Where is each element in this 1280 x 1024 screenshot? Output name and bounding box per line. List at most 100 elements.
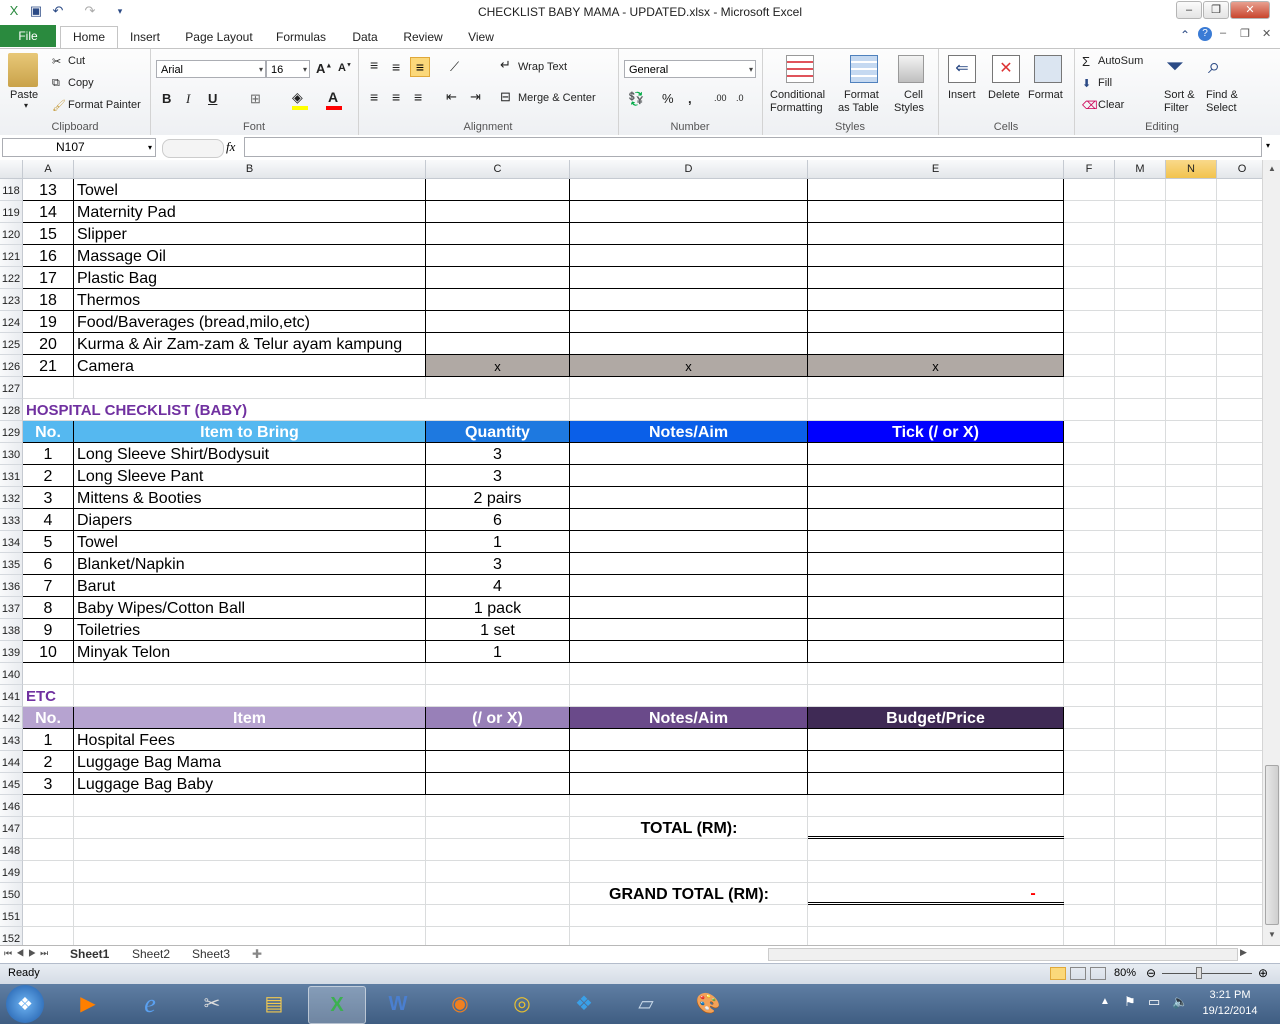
item-number[interactable]: 3: [23, 773, 74, 795]
clock-date[interactable]: 19/12/2014: [1196, 1005, 1264, 1017]
cell[interactable]: [1064, 443, 1115, 465]
cell[interactable]: [1166, 443, 1217, 465]
cell[interactable]: [1115, 443, 1166, 465]
cell[interactable]: [1115, 685, 1166, 707]
tab-home[interactable]: Home: [60, 26, 118, 49]
cell[interactable]: [1166, 333, 1217, 355]
wrap-text-icon[interactable]: ↵: [500, 57, 511, 73]
cell[interactable]: [570, 663, 808, 685]
cell[interactable]: [1217, 839, 1262, 861]
cell[interactable]: [1217, 487, 1262, 509]
cell[interactable]: [74, 883, 426, 905]
cell[interactable]: [1064, 377, 1115, 399]
cell[interactable]: [808, 861, 1064, 883]
row-header-118[interactable]: 118: [0, 179, 23, 201]
cell[interactable]: [1115, 289, 1166, 311]
cell[interactable]: [1217, 861, 1262, 883]
cell[interactable]: [1217, 729, 1262, 751]
normal-view-icon[interactable]: [1050, 967, 1066, 980]
cell[interactable]: [808, 399, 1064, 421]
cell[interactable]: [808, 839, 1064, 861]
delete-cells-button[interactable]: Delete: [988, 89, 1020, 101]
comma-button[interactable]: ,: [688, 91, 692, 106]
cell[interactable]: [1217, 399, 1262, 421]
item-name[interactable]: Kurma & Air Zam-zam & Telur ayam kampung: [74, 333, 426, 355]
zoom-out-icon[interactable]: ⊖: [1146, 966, 1156, 980]
file-explorer-icon[interactable]: ▤: [246, 986, 302, 1022]
row-header-146[interactable]: 146: [0, 795, 23, 817]
align-left-icon[interactable]: ≡: [370, 89, 378, 105]
cell[interactable]: [1217, 443, 1262, 465]
item-number[interactable]: 21: [23, 355, 74, 377]
cell[interactable]: [1064, 267, 1115, 289]
dropbox-icon[interactable]: ❖: [556, 986, 612, 1022]
item-name[interactable]: Luggage Bag Baby: [74, 773, 426, 795]
action-center-icon[interactable]: ⚑: [1124, 994, 1136, 1010]
tick-cell[interactable]: [808, 509, 1064, 531]
cell[interactable]: [1166, 685, 1217, 707]
vertical-scrollbar[interactable]: ▲ ▼: [1262, 160, 1280, 945]
name-box[interactable]: N107 ▾: [2, 138, 156, 157]
tick-cell[interactable]: [808, 729, 1064, 751]
tab-formulas[interactable]: Formulas: [270, 28, 332, 46]
item-number[interactable]: 5: [23, 531, 74, 553]
restore-button[interactable]: ❐: [1203, 1, 1229, 19]
cell[interactable]: [1115, 201, 1166, 223]
row-header-147[interactable]: 147: [0, 817, 23, 839]
cell[interactable]: [1064, 487, 1115, 509]
cell[interactable]: [1166, 399, 1217, 421]
tick-cell[interactable]: [808, 333, 1064, 355]
col-header-o[interactable]: O: [1217, 160, 1262, 179]
sheet-tab-3[interactable]: Sheet3: [186, 946, 236, 963]
cell[interactable]: [23, 663, 74, 685]
cell[interactable]: [808, 685, 1064, 707]
cell[interactable]: [1166, 795, 1217, 817]
cell[interactable]: [1217, 223, 1262, 245]
cell[interactable]: [1166, 355, 1217, 377]
firefox-icon[interactable]: ◉: [432, 986, 488, 1022]
item-number[interactable]: 3: [23, 487, 74, 509]
cell[interactable]: [1217, 289, 1262, 311]
format-painter-icon[interactable]: 🖌: [52, 99, 66, 112]
cell[interactable]: [426, 861, 570, 883]
format-as-table-icon[interactable]: [850, 55, 878, 83]
cell[interactable]: [1166, 619, 1217, 641]
tick-cell[interactable]: [808, 575, 1064, 597]
cell[interactable]: [1115, 421, 1166, 443]
cell[interactable]: [1064, 223, 1115, 245]
worksheet-grid[interactable]: A B C D E F M N O 118 13 Towel 119 14 Materni…: [0, 160, 1262, 945]
item-number[interactable]: 19: [23, 311, 74, 333]
percent-button[interactable]: %: [662, 91, 674, 106]
cell[interactable]: [1064, 553, 1115, 575]
col-header-d[interactable]: D: [570, 160, 808, 179]
cell[interactable]: [1166, 927, 1217, 945]
row-header-130[interactable]: 130: [0, 443, 23, 465]
cell[interactable]: [1166, 751, 1217, 773]
tick-cell[interactable]: [808, 553, 1064, 575]
cell[interactable]: [1064, 421, 1115, 443]
vertical-scroll-thumb[interactable]: [1265, 765, 1279, 925]
cell[interactable]: [1064, 839, 1115, 861]
tick-cell[interactable]: [808, 443, 1064, 465]
workbook-close-icon[interactable]: ✕: [1262, 27, 1271, 40]
item-name[interactable]: Massage Oil: [74, 245, 426, 267]
cell[interactable]: [1217, 707, 1262, 729]
cell[interactable]: [1217, 883, 1262, 905]
cell[interactable]: [1115, 597, 1166, 619]
tab-insert[interactable]: Insert: [122, 28, 168, 46]
cell[interactable]: [1115, 619, 1166, 641]
conditional-formatting-button[interactable]: Conditional: [770, 89, 825, 101]
row-header-143[interactable]: 143: [0, 729, 23, 751]
item-name[interactable]: Baby Wipes/Cotton Ball: [74, 597, 426, 619]
cell[interactable]: [1064, 179, 1115, 201]
notes-cell[interactable]: [570, 333, 808, 355]
row-header-131[interactable]: 131: [0, 465, 23, 487]
cell[interactable]: [1064, 883, 1115, 905]
paint-icon[interactable]: 🎨: [680, 986, 736, 1022]
row-header-139[interactable]: 139: [0, 641, 23, 663]
cell[interactable]: [570, 905, 808, 927]
sheet-tab-2[interactable]: Sheet2: [126, 946, 176, 963]
quantity-cell[interactable]: [426, 267, 570, 289]
cell[interactable]: [1217, 597, 1262, 619]
insert-function-button[interactable]: fx: [226, 139, 235, 155]
